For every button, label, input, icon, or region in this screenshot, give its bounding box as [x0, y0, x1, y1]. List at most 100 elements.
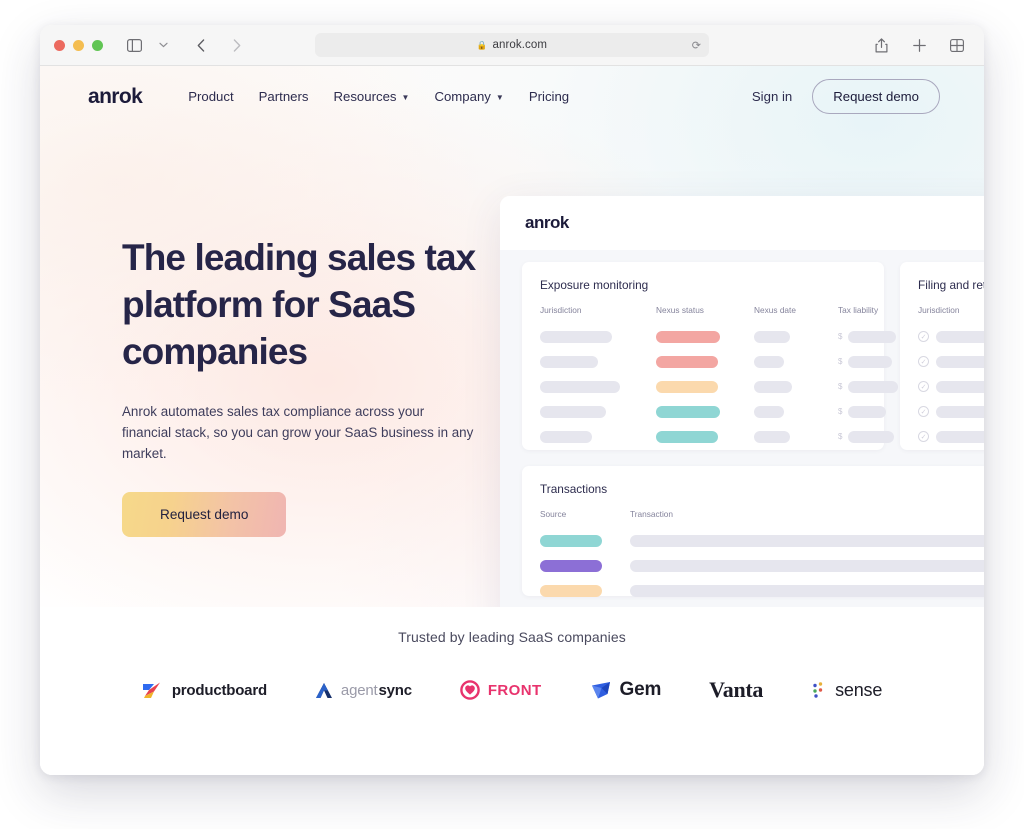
- nav-item-resources[interactable]: Resources ▼: [333, 89, 409, 104]
- table-row: [754, 399, 814, 424]
- trusted-by-label: Trusted by leading SaaS companies: [398, 629, 626, 645]
- logo-gem: Gem: [590, 679, 662, 701]
- check-circle-icon: ✓: [918, 356, 929, 367]
- address-bar[interactable]: 🔒 anrok.com ⟳: [315, 33, 709, 57]
- column-header-transaction: Transaction: [630, 509, 674, 519]
- table-row: ✓: [918, 324, 984, 349]
- web-page: anrok Product Partners Resources ▼ Compa…: [40, 66, 984, 775]
- logo-vanta: Vanta: [709, 677, 763, 703]
- hero-content: The leading sales tax platform for SaaS …: [122, 234, 514, 537]
- nav-item-company[interactable]: Company ▼: [434, 89, 503, 104]
- chevron-down-icon[interactable]: [150, 33, 176, 57]
- table-row: $: [838, 324, 908, 349]
- logo-label: productboard: [171, 681, 267, 699]
- check-circle-icon: ✓: [918, 331, 929, 342]
- currency-marker: $: [838, 407, 843, 416]
- currency-marker: $: [838, 332, 843, 341]
- table-row: [630, 553, 984, 578]
- browser-window: 🔒 anrok.com ⟳ anrok Product Partners Res…: [40, 25, 984, 775]
- dashboard-header: anrok: [500, 196, 984, 250]
- logo-label-light: agent: [340, 681, 378, 699]
- table-row: [540, 374, 632, 399]
- table-row: ✓: [918, 399, 984, 424]
- table-row: ✓: [918, 424, 984, 449]
- table-row: $: [838, 349, 908, 374]
- close-window-button[interactable]: [54, 39, 65, 51]
- anrok-logo[interactable]: anrok: [88, 85, 143, 109]
- gem-diamond-icon: [591, 682, 610, 699]
- exposure-table: Jurisdiction Nexus status Nexus date Tax…: [540, 305, 899, 449]
- nav-item-pricing[interactable]: Pricing: [529, 89, 569, 104]
- chevron-down-icon: ▼: [495, 93, 504, 102]
- logo-label: sense: [835, 679, 883, 700]
- trusted-by-section: Trusted by leading SaaS companies produc…: [40, 607, 984, 775]
- table-row: $: [838, 399, 908, 424]
- nav-item-label: Product: [188, 89, 234, 104]
- new-tab-icon[interactable]: [906, 33, 932, 57]
- column-header-nexus-status: Nexus status: [656, 305, 704, 315]
- nav-item-partners[interactable]: Partners: [259, 89, 309, 104]
- currency-marker: $: [838, 432, 843, 441]
- check-circle-icon: ✓: [918, 381, 929, 392]
- window-controls[interactable]: [54, 39, 103, 51]
- table-row: [754, 349, 814, 374]
- logo-front: FRONT: [460, 680, 542, 700]
- reload-icon[interactable]: ⟳: [692, 39, 701, 52]
- logo-sense: sense: [811, 680, 882, 701]
- check-circle-icon: ✓: [918, 431, 929, 442]
- sidebar-toggle-icon[interactable]: [121, 33, 147, 57]
- table-row: [656, 324, 730, 349]
- exposure-monitoring-card: Exposure monitoring Jurisdiction Nexus s…: [522, 262, 899, 450]
- logo-label: Gem: [619, 679, 662, 700]
- logo-productboard: productboard: [142, 681, 267, 699]
- nav-item-label: Pricing: [528, 89, 570, 104]
- hero-subtext: Anrok automates sales tax compliance acr…: [122, 404, 474, 461]
- table-row: $: [838, 374, 908, 399]
- minimize-window-button[interactable]: [73, 39, 84, 51]
- card-title: Filing and retu: [918, 278, 984, 292]
- table-row: [656, 399, 730, 424]
- request-demo-hero-button[interactable]: Request demo: [122, 492, 287, 537]
- column-header-jurisdiction: Jurisdiction: [540, 305, 582, 315]
- nav-item-label: Resources: [333, 89, 397, 104]
- table-row: [656, 424, 730, 449]
- chevron-down-icon: ▼: [401, 93, 410, 102]
- maximize-window-button[interactable]: [92, 39, 103, 51]
- logo-agentsync: agent sync: [315, 682, 412, 699]
- forward-arrow-icon: [224, 33, 250, 57]
- back-arrow-icon[interactable]: [188, 33, 214, 57]
- dashboard-logo: anrok: [525, 213, 569, 232]
- desktop-background: 🔒 anrok.com ⟳ anrok Product Partners Res…: [0, 0, 1024, 829]
- filing-and-returns-card: Filing and retu Jurisdiction ✓ ✓ ✓ ✓ ✓: [900, 262, 984, 450]
- column-header-tax-liability: Tax liability: [838, 305, 879, 315]
- product-dashboard-mock: anrok Exposure monitoring Jurisdiction N…: [500, 196, 984, 636]
- logo-label: Vanta: [709, 677, 764, 702]
- currency-marker: $: [838, 382, 843, 391]
- site-navigation: anrok Product Partners Resources ▼ Compa…: [40, 66, 984, 127]
- table-row: [540, 324, 632, 349]
- browser-toolbar: 🔒 anrok.com ⟳: [40, 25, 984, 66]
- share-icon[interactable]: [868, 33, 894, 57]
- column-header-jurisdiction: Jurisdiction: [918, 305, 960, 315]
- table-row: [540, 528, 630, 553]
- transactions-card: Transactions Source Transaction: [522, 466, 984, 597]
- table-row: [754, 424, 814, 449]
- customer-logos: productboard agent sync FRONT Gem Vanta …: [40, 677, 984, 703]
- lock-icon: 🔒: [476, 39, 488, 50]
- tab-overview-icon[interactable]: [944, 33, 970, 57]
- table-row: [754, 324, 814, 349]
- nav-item-label: Company: [434, 89, 491, 104]
- nav-links: Product Partners Resources ▼ Company ▼ P…: [188, 89, 569, 104]
- table-row: [540, 399, 632, 424]
- transactions-table: Source Transaction: [540, 509, 984, 603]
- front-heart-icon: [460, 680, 480, 700]
- table-row: ✓: [918, 349, 984, 374]
- column-header-nexus-date: Nexus date: [754, 305, 796, 315]
- logo-label: FRONT: [487, 681, 542, 699]
- sign-in-link[interactable]: Sign in: [752, 89, 792, 104]
- logo-label-bold: sync: [378, 681, 412, 699]
- table-row: $: [838, 424, 908, 449]
- card-title: Transactions: [540, 482, 608, 496]
- request-demo-nav-button[interactable]: Request demo: [812, 79, 940, 114]
- nav-item-product[interactable]: Product: [188, 89, 233, 104]
